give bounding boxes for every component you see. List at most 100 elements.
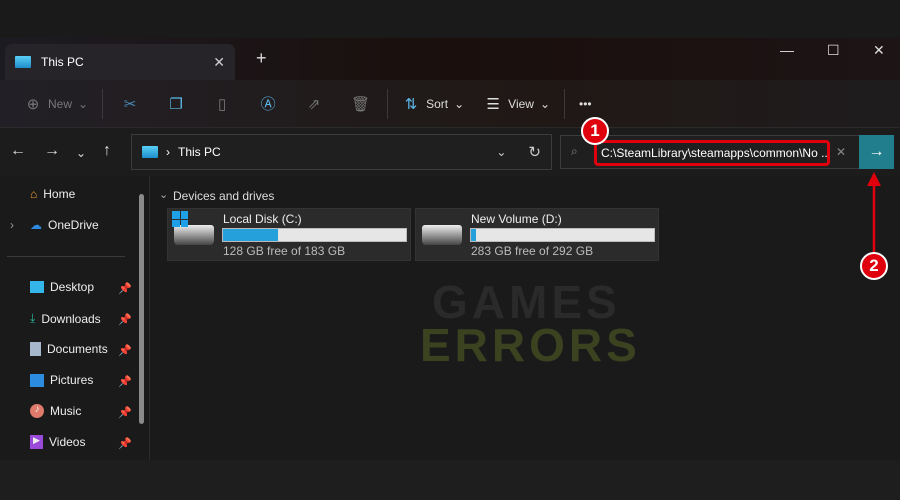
back-button[interactable]: ← — [10, 142, 26, 160]
chevron-down-icon: ⌄ — [539, 96, 551, 111]
new-label: New — [48, 96, 73, 111]
chevron-down-icon: ⌄ — [454, 96, 465, 111]
clipboard-icon: ▯ — [217, 95, 227, 113]
maximize-button[interactable]: ☐ — [827, 42, 840, 59]
red-arrow-annotation — [867, 172, 881, 252]
new-button[interactable]: ⊕ New ⌄ — [14, 88, 98, 120]
sidebar-item-label: Downloads — [41, 311, 101, 326]
windows-logo-icon — [172, 211, 188, 227]
sidebar-scrollbar[interactable] — [139, 194, 144, 424]
path-input[interactable]: C:\SteamLibrary\steamapps\common\No ... — [594, 140, 830, 166]
sidebar-item-onedrive[interactable]: ☁ OneDrive — [30, 218, 99, 232]
hard-drive-icon — [174, 225, 214, 245]
delete-button[interactable]: 🗑 — [337, 88, 383, 120]
pin-icon: 📌 — [118, 376, 132, 388]
minimize-button[interactable]: — — [780, 42, 794, 58]
pc-icon — [15, 56, 31, 68]
rename-button[interactable]: Ⓐ — [245, 88, 291, 120]
recent-locations-button[interactable]: ⌄ — [76, 146, 86, 160]
section-header: Devices and drives — [173, 189, 275, 203]
music-icon: ♪ — [30, 404, 44, 418]
breadcrumb-chevron-icon: › — [166, 145, 170, 159]
divider — [102, 88, 104, 119]
sort-button[interactable]: ⇅ Sort ⌄ — [392, 88, 474, 120]
sort-icon: ⇅ — [404, 95, 418, 113]
trash-icon: 🗑 — [351, 95, 371, 113]
share-button[interactable]: ⇗ — [291, 88, 337, 120]
pin-icon: 📌 — [118, 283, 132, 295]
storage-bar-fill — [471, 229, 477, 241]
sidebar-item-music[interactable]: ♪ Music — [30, 404, 81, 418]
sidebar-item-label: Music — [50, 404, 82, 418]
divider — [564, 88, 566, 119]
divider — [7, 256, 125, 257]
videos-icon: ▶ — [30, 435, 43, 449]
tab-close-icon[interactable]: ✕ — [213, 54, 225, 71]
tab-this-pc[interactable]: This PC ✕ — [5, 44, 235, 80]
paste-button[interactable]: ▯ — [199, 88, 245, 120]
sort-label: Sort — [426, 96, 449, 111]
command-bar: ⊕ New ⌄ ✂ ❐ ▯ Ⓐ ⇗ 🗑 ⇅ Sort ⌄ ☰ View ⌄ ••• — [0, 80, 900, 128]
pin-icon: 📌 — [118, 314, 132, 326]
drive-d[interactable]: New Volume (D:) 283 GB free of 292 GB — [415, 208, 659, 261]
drive-info: 283 GB free of 292 GB — [471, 244, 594, 258]
divider — [387, 88, 389, 119]
new-tab-button[interactable]: + — [256, 48, 267, 69]
pictures-icon — [30, 373, 44, 387]
sidebar-item-label: Desktop — [50, 280, 95, 294]
tab-title: This PC — [41, 55, 84, 69]
view-icon: ☰ — [486, 95, 500, 113]
pin-icon: 📌 — [118, 345, 132, 357]
copy-button[interactable]: ❐ — [153, 88, 199, 120]
search-icon: ⌕ — [571, 144, 578, 158]
storage-bar — [222, 228, 407, 242]
cut-button[interactable]: ✂ — [107, 88, 153, 120]
sidebar-item-videos[interactable]: ▶ Videos — [30, 435, 85, 449]
clear-icon[interactable]: ✕ — [836, 145, 846, 159]
address-dropdown-icon[interactable]: ⌄ — [496, 145, 506, 159]
view-button[interactable]: ☰ View ⌄ — [474, 88, 560, 120]
sidebar-item-documents[interactable]: Documents — [30, 342, 108, 356]
view-label: View — [508, 96, 534, 111]
sidebar-item-home[interactable]: ⌂ Home — [30, 187, 75, 201]
drive-info: 128 GB free of 183 GB — [223, 244, 346, 258]
close-window-button[interactable]: ✕ — [873, 42, 885, 59]
plus-circle-icon: ⊕ — [26, 95, 40, 113]
go-button[interactable]: → — [859, 135, 894, 169]
download-icon: ⤓ — [30, 311, 36, 325]
drive-name: New Volume (D:) — [471, 212, 562, 226]
more-options-button[interactable]: ••• — [569, 88, 602, 120]
refresh-icon[interactable]: ↻ — [528, 143, 541, 161]
breadcrumb-this-pc[interactable]: This PC — [178, 145, 221, 159]
cloud-icon: ☁ — [30, 218, 42, 232]
sidebar-item-downloads[interactable]: ⤓ Downloads — [30, 311, 101, 326]
rename-icon: Ⓐ — [260, 96, 276, 113]
expand-chevron-icon[interactable]: › — [10, 218, 14, 232]
home-icon: ⌂ — [30, 187, 38, 201]
step-1-badge: 1 — [581, 117, 609, 145]
sidebar-item-label: Home — [43, 187, 76, 201]
sidebar-item-label: Pictures — [50, 373, 94, 387]
scissors-icon: ✂ — [123, 95, 137, 113]
sidebar-item-desktop[interactable]: Desktop — [30, 280, 94, 294]
up-button[interactable]: ↑ — [103, 142, 111, 160]
sidebar-item-label: OneDrive — [48, 218, 99, 232]
storage-bar-fill — [223, 229, 278, 241]
step-2-badge: 2 — [860, 252, 888, 280]
chevron-down-icon: ⌄ — [78, 96, 89, 111]
drive-name: Local Disk (C:) — [223, 212, 302, 226]
pc-icon — [142, 146, 158, 158]
storage-bar — [470, 228, 655, 242]
pin-icon: 📌 — [118, 407, 132, 419]
sidebar-item-label: Documents — [47, 342, 108, 356]
pin-icon: 📌 — [118, 438, 132, 450]
sidebar-item-label: Videos — [49, 435, 86, 449]
document-icon — [30, 342, 41, 356]
sidebar-item-pictures[interactable]: Pictures — [30, 373, 93, 387]
address-bar[interactable]: › This PC ⌄ ↻ — [131, 134, 552, 170]
hard-drive-icon — [422, 225, 462, 245]
forward-button[interactable]: → — [44, 142, 60, 160]
collapse-chevron-icon[interactable]: ⌄ — [159, 188, 168, 201]
status-area — [0, 460, 900, 500]
drive-c[interactable]: Local Disk (C:) 128 GB free of 183 GB — [167, 208, 411, 261]
